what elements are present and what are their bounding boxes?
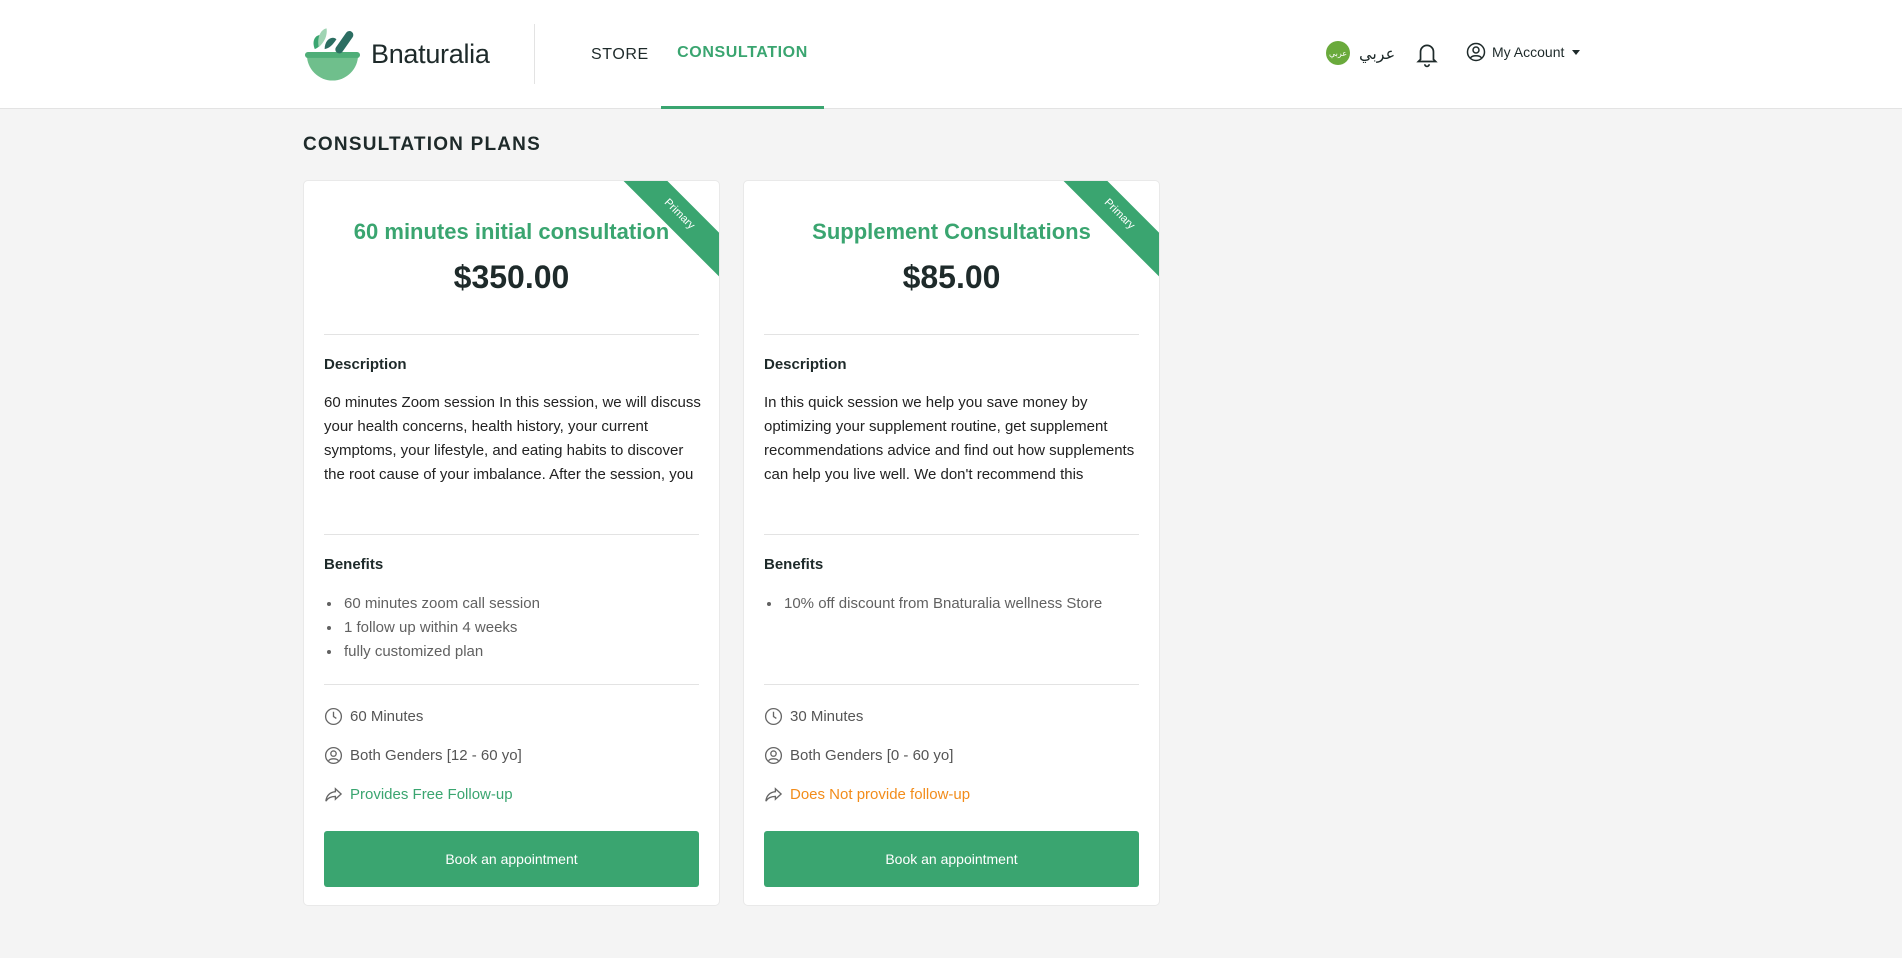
plan-followup: Does Not provide follow-up [764, 785, 970, 804]
page-title: CONSULTATION PLANS [303, 134, 541, 155]
mortar-pestle-logo-icon [304, 28, 361, 81]
audience-text: Both Genders [0 - 60 yo] [790, 747, 954, 764]
brand-name: Bnaturalia [371, 38, 490, 69]
notification-bell-icon[interactable] [1414, 40, 1440, 68]
clock-icon [324, 707, 343, 726]
plan-card: Primary 60 minutes initial consultation … [303, 180, 720, 906]
plan-price: $350.00 [453, 259, 570, 295]
duration-text: 30 Minutes [790, 708, 864, 725]
duration-text: 60 Minutes [350, 708, 424, 725]
language-label: عربي [1359, 43, 1396, 63]
divider [324, 334, 699, 335]
description-heading: Description [764, 356, 847, 373]
plan-duration: 60 Minutes [324, 707, 423, 726]
benefit-item: fully customized plan [342, 640, 701, 664]
clock-icon [764, 707, 783, 726]
divider [764, 684, 1139, 685]
plan-title: Supplement Consultations [812, 219, 1091, 244]
user-circle-icon [324, 746, 343, 765]
top-header: Bnaturalia STORE CONSULTATION عربي عربي … [0, 0, 1902, 109]
plan-audience: Both Genders [0 - 60 yo] [764, 746, 953, 765]
book-appointment-button[interactable]: Book an appointment [764, 831, 1139, 887]
share-arrow-icon [765, 787, 783, 802]
benefit-item: 10% off discount from Bnaturalia wellnes… [782, 592, 1141, 616]
plan-card: Primary Supplement Consultations $85.00 … [743, 180, 1160, 906]
plan-title: 60 minutes initial consultation [353, 219, 670, 244]
language-switch[interactable]: عربي عربي [1326, 41, 1395, 65]
plan-description: 60 minutes Zoom session In this session,… [324, 394, 701, 483]
nav-consultation[interactable]: CONSULTATION [661, 0, 824, 109]
description-heading: Description [324, 356, 407, 373]
language-badge-icon: عربي [1326, 41, 1350, 65]
chevron-down-icon [1572, 49, 1581, 55]
header-divider [534, 24, 535, 84]
benefit-item: 60 minutes zoom call session [342, 592, 701, 616]
share-arrow-icon [325, 787, 343, 802]
divider [764, 534, 1139, 535]
brand-logo[interactable]: Bnaturalia [303, 25, 490, 83]
plan-description: In this quick session we help you save m… [764, 394, 1135, 483]
divider [324, 684, 699, 685]
plan-audience: Both Genders [12 - 60 yo] [324, 746, 522, 765]
plan-price: $85.00 [902, 259, 1001, 295]
plan-duration: 30 Minutes [764, 707, 863, 726]
plan-followup: Provides Free Follow-up [324, 785, 513, 804]
account-label: My Account [1492, 44, 1565, 60]
benefits-list: 60 minutes zoom call session 1 follow up… [342, 592, 701, 664]
followup-text: Provides Free Follow-up [350, 786, 513, 803]
divider [324, 534, 699, 535]
account-menu[interactable]: My Account [1466, 42, 1581, 62]
user-circle-icon [1466, 42, 1486, 62]
followup-text: Does Not provide follow-up [790, 786, 971, 803]
divider [764, 334, 1139, 335]
user-circle-icon [764, 746, 783, 765]
benefit-item: 1 follow up within 4 weeks [342, 616, 701, 640]
benefits-heading: Benefits [764, 556, 824, 573]
book-appointment-button[interactable]: Book an appointment [324, 831, 699, 887]
audience-text: Both Genders [12 - 60 yo] [350, 747, 522, 764]
benefits-heading: Benefits [324, 556, 384, 573]
benefits-list: 10% off discount from Bnaturalia wellnes… [782, 592, 1141, 616]
nav-store[interactable]: STORE [591, 0, 649, 109]
